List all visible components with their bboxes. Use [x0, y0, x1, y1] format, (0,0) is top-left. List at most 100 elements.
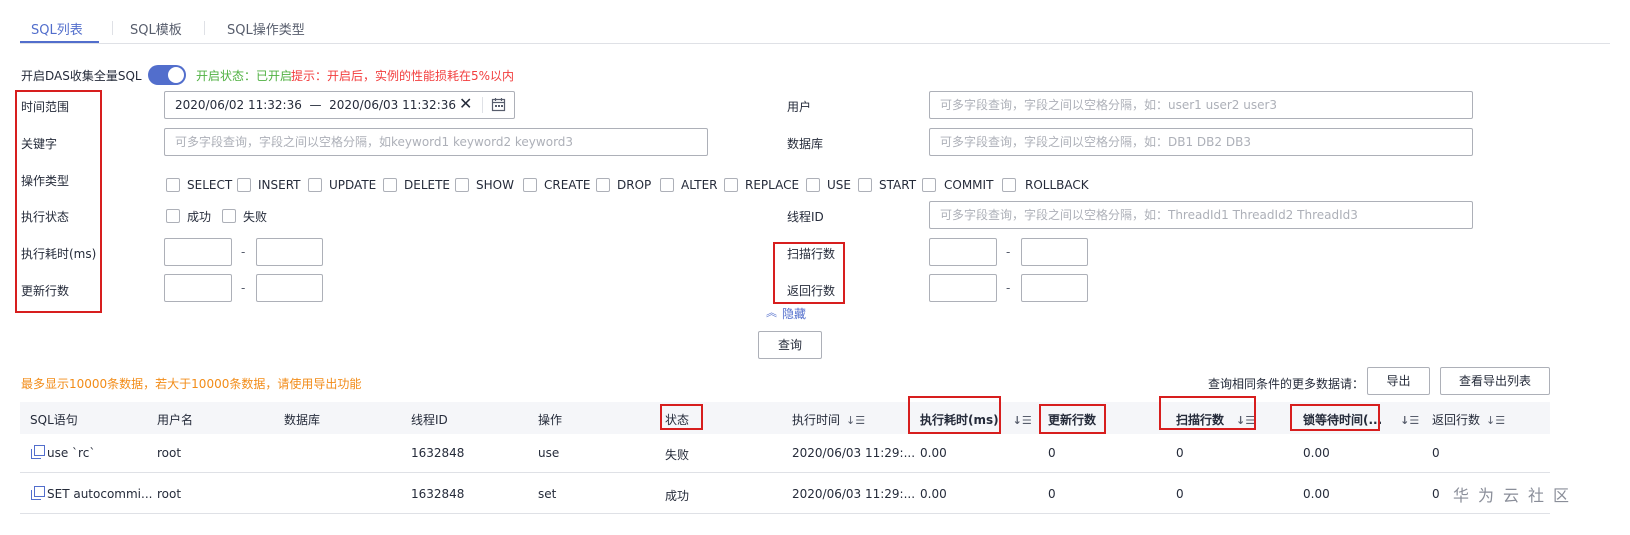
input-divider — [482, 97, 483, 113]
op-start-label: START — [879, 178, 917, 192]
checkbox-use[interactable] — [806, 178, 820, 192]
range-dash: - — [1006, 281, 1011, 295]
copy-icon[interactable] — [31, 486, 45, 500]
checkbox-alter[interactable] — [660, 178, 674, 192]
clear-icon[interactable]: ✕ — [459, 94, 472, 113]
das-collect-label: 开启DAS收集全量SQL — [21, 69, 142, 83]
annotation-box-update-rows — [1039, 404, 1106, 434]
collapse-up-icon[interactable]: ︽ — [766, 304, 777, 320]
op-show-label: SHOW — [476, 178, 514, 192]
tab-divider — [204, 21, 205, 35]
status-failed-label: 失败 — [243, 210, 268, 224]
query-button[interactable]: 查询 — [758, 331, 822, 359]
col-database: 数据库 — [284, 413, 321, 427]
row-divider — [20, 472, 1550, 473]
checkbox-show[interactable] — [455, 178, 469, 192]
cell-lock-wait: 0.00 — [1303, 446, 1330, 460]
user-label: 用户 — [787, 100, 812, 114]
active-tab-indicator — [20, 41, 99, 43]
thread-id-label: 线程ID — [787, 210, 824, 224]
range-dash: - — [241, 245, 246, 259]
checkbox-success[interactable] — [166, 209, 180, 223]
cell-status: 成功 — [665, 489, 690, 503]
checkbox-insert[interactable] — [237, 178, 251, 192]
update-rows-min-input[interactable] — [164, 274, 232, 302]
cell-username: root — [157, 446, 182, 460]
view-export-list-button[interactable]: 查看导出列表 — [1440, 367, 1550, 395]
database-input[interactable]: 可多字段查询，字段之间以空格分隔，如：DB1 DB2 DB3 — [929, 128, 1473, 156]
col-exec-time[interactable]: 执行时间 ↓☰ — [792, 411, 865, 428]
copy-icon[interactable] — [31, 445, 45, 459]
checkbox-select[interactable] — [166, 178, 180, 192]
export-button[interactable]: 导出 — [1367, 367, 1430, 395]
cell-exec-duration: 0.00 — [920, 446, 947, 460]
cell-exec-time: 2020/06/03 11:29:... — [792, 487, 916, 501]
col-exec-time-label: 执行时间 — [792, 413, 841, 427]
export-hint: 查询相同条件的更多数据请： — [1208, 377, 1365, 391]
checkbox-create[interactable] — [523, 178, 537, 192]
checkbox-failed[interactable] — [222, 209, 236, 223]
return-rows-max-input[interactable] — [1021, 274, 1088, 302]
database-label: 数据库 — [787, 137, 824, 151]
col-return-rows[interactable]: 返回行数 ↓☰ — [1432, 411, 1505, 428]
col-thread-id: 线程ID — [411, 413, 448, 427]
exec-time-min-input[interactable] — [164, 238, 232, 266]
sort-icon[interactable]: ↓☰ — [1400, 414, 1419, 427]
exec-time-max-input[interactable] — [256, 238, 323, 266]
col-operation: 操作 — [538, 413, 563, 427]
sort-icon[interactable]: ↓☰ — [846, 414, 865, 427]
checkbox-replace[interactable] — [724, 178, 738, 192]
tab-sql-template[interactable]: SQL模板 — [130, 19, 182, 38]
checkbox-rollback[interactable] — [1002, 178, 1016, 192]
cell-lock-wait: 0.00 — [1303, 487, 1330, 501]
das-collect-toggle[interactable] — [148, 65, 186, 85]
cell-sql: use `rc` — [47, 446, 96, 460]
checkbox-commit[interactable] — [922, 178, 936, 192]
op-drop-label: DROP — [617, 178, 652, 192]
cell-operation: use — [538, 446, 560, 460]
return-rows-min-input[interactable] — [929, 274, 997, 302]
cell-status: 失败 — [665, 448, 690, 462]
cell-return-rows: 0 — [1432, 446, 1440, 460]
cell-exec-time: 2020/06/03 11:29:... — [792, 446, 916, 460]
cell-return-rows: 0 — [1432, 487, 1440, 501]
time-range-value: 2020/06/02 11:32:36 — 2020/06/03 11:32:3… — [175, 98, 457, 112]
op-rollback-label: ROLLBACK — [1025, 178, 1089, 192]
keyword-input[interactable]: 可多字段查询，字段之间以空格分隔，如keyword1 keyword2 keyw… — [164, 128, 708, 156]
thread-id-input[interactable]: 可多字段查询，字段之间以空格分隔，如：ThreadId1 ThreadId2 T… — [929, 201, 1473, 229]
cell-thread-id: 1632848 — [411, 487, 465, 501]
checkbox-delete[interactable] — [383, 178, 397, 192]
op-delete-label: DELETE — [404, 178, 451, 192]
op-update-label: UPDATE — [329, 178, 377, 192]
annotation-box-scan-rows — [1159, 396, 1256, 430]
col-username: 用户名 — [157, 413, 194, 427]
hide-filters-link[interactable]: 隐藏 — [782, 305, 806, 322]
tab-sql-operation-type[interactable]: SQL操作类型 — [227, 19, 305, 38]
annotation-box-exec-duration — [908, 396, 1001, 434]
tab-bar: SQL列表 SQL模板 SQL操作类型 — [20, 0, 1610, 44]
checkbox-drop[interactable] — [596, 178, 610, 192]
checkbox-start[interactable] — [858, 178, 872, 192]
cell-operation: set — [538, 487, 557, 501]
scan-rows-max-input[interactable] — [1021, 238, 1088, 266]
cell-update-rows: 0 — [1048, 487, 1056, 501]
op-select-label: SELECT — [187, 178, 233, 192]
checkbox-update[interactable] — [308, 178, 322, 192]
thread-id-placeholder: 可多字段查询，字段之间以空格分隔，如：ThreadId1 ThreadId2 T… — [940, 208, 1358, 222]
tab-sql-list[interactable]: SQL列表 — [31, 19, 83, 38]
das-tip-text: 提示：开启后，实例的性能损耗在5%以内 — [291, 69, 515, 83]
sort-icon[interactable]: ↓☰ — [1486, 414, 1505, 427]
op-create-label: CREATE — [544, 178, 591, 192]
scan-rows-min-input[interactable] — [929, 238, 997, 266]
annotation-box-scan-return — [773, 242, 845, 304]
cell-username: root — [157, 487, 182, 501]
user-input[interactable]: 可多字段查询，字段之间以空格分隔，如：user1 user2 user3 — [929, 91, 1473, 119]
user-placeholder: 可多字段查询，字段之间以空格分隔，如：user1 user2 user3 — [940, 98, 1278, 112]
status-success-label: 成功 — [187, 210, 212, 224]
update-rows-max-input[interactable] — [256, 274, 323, 302]
sort-icon[interactable]: ↓☰ — [1013, 414, 1032, 427]
annotation-box-status — [660, 404, 703, 430]
op-use-label: USE — [827, 178, 851, 192]
calendar-icon[interactable] — [491, 97, 506, 112]
database-placeholder: 可多字段查询，字段之间以空格分隔，如：DB1 DB2 DB3 — [940, 135, 1251, 149]
